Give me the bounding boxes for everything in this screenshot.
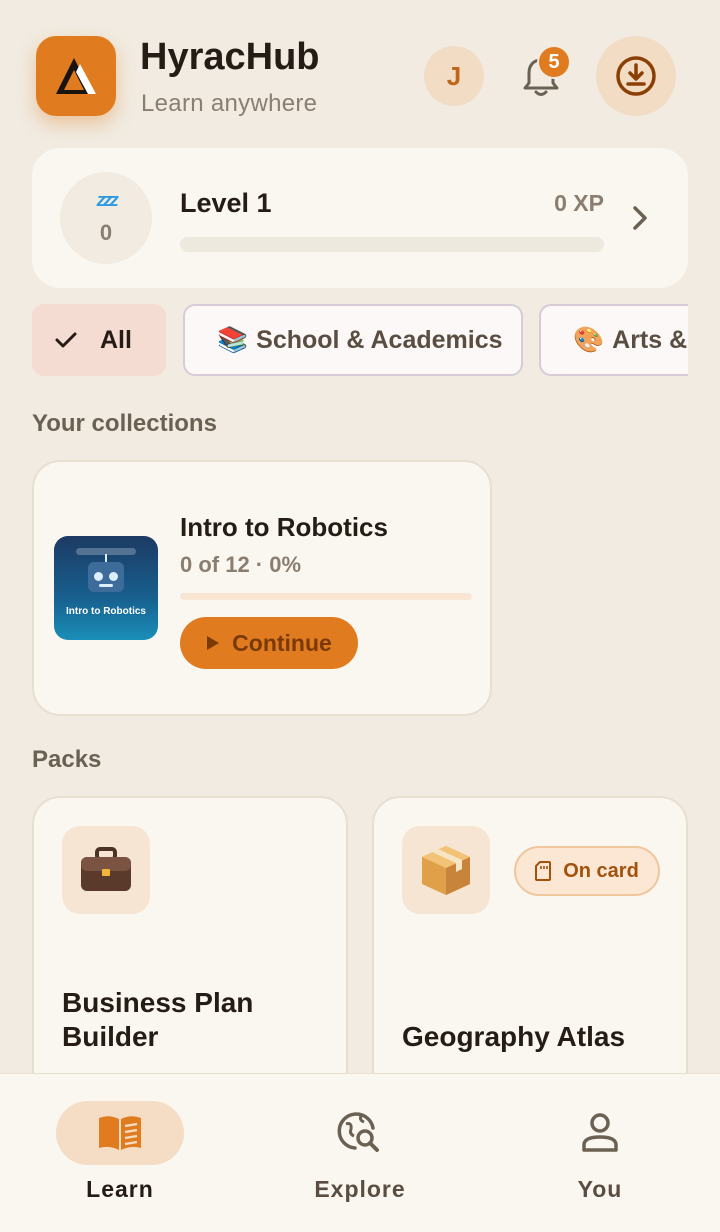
nav-label: You xyxy=(577,1176,623,1202)
nav-learn[interactable]: Learn xyxy=(0,1074,240,1232)
sleep-icon: ᶻᶻᶻ xyxy=(96,188,117,218)
app-logo xyxy=(36,36,116,116)
nav-explore[interactable]: Explore xyxy=(240,1074,480,1232)
xp-value: 0 XP xyxy=(554,190,604,216)
robot-antenna xyxy=(105,554,107,562)
logo-mark-icon xyxy=(56,58,96,94)
briefcase-icon xyxy=(62,826,150,914)
collection-title: Intro to Robotics xyxy=(180,512,388,542)
pack-title: Geography Atlas xyxy=(402,1021,626,1052)
notification-badge: 5 xyxy=(537,45,571,79)
chip-school-academics[interactable]: 📚 School & Academics xyxy=(183,304,523,376)
sd-card-icon xyxy=(535,861,552,881)
chip-label: Arts & xyxy=(612,325,688,354)
check-icon xyxy=(55,332,77,348)
badge-label: On card xyxy=(563,859,639,882)
person-icon xyxy=(582,1113,618,1152)
app-title: HyracHub xyxy=(140,36,320,78)
chip-arts[interactable]: 🎨 Arts & xyxy=(539,304,688,376)
collection-progress-bar xyxy=(180,593,472,600)
download-icon xyxy=(616,56,656,96)
continue-label: Continue xyxy=(232,629,332,656)
nav-you[interactable]: You xyxy=(480,1074,720,1232)
chevron-right-icon xyxy=(633,206,647,230)
book-icon xyxy=(99,1116,141,1150)
section-title-collections: Your collections xyxy=(32,410,217,437)
nav-icon-wrap xyxy=(296,1101,424,1165)
download-button[interactable] xyxy=(596,36,676,116)
robot-icon xyxy=(88,562,124,592)
nav-indicator xyxy=(56,1101,184,1165)
nav-label: Explore xyxy=(314,1176,406,1202)
section-title-packs: Packs xyxy=(32,746,102,773)
continue-button[interactable]: Continue xyxy=(180,617,358,669)
streak-badge: ᶻᶻᶻ 0 xyxy=(60,172,152,264)
chip-label: School & Academics xyxy=(256,325,503,354)
palette-icon: 🎨 xyxy=(573,325,605,354)
nav-icon-wrap xyxy=(536,1101,664,1165)
pack-card-geography-atlas[interactable]: On card Geography Atlas xyxy=(372,796,688,1116)
category-chips: All 📚 School & Academics 🎨 Arts & xyxy=(32,304,688,376)
level-card[interactable]: ᶻᶻᶻ 0 Level 1 0 XP xyxy=(32,148,688,288)
streak-count: 0 xyxy=(99,220,113,245)
collection-progress-text: 0 of 12 · 0% xyxy=(180,552,302,577)
thumbnail-title: Intro to Robotics xyxy=(66,606,146,617)
pack-card-business-plan[interactable]: Business Plan Builder xyxy=(32,796,348,1116)
bottom-navigation: Learn Explore You xyxy=(0,1073,720,1232)
pack-title: Business Plan Builder xyxy=(62,987,254,1052)
globe-search-icon xyxy=(337,1112,379,1152)
app-subtitle: Learn anywhere xyxy=(141,90,318,117)
collection-thumbnail: Intro to Robotics xyxy=(54,536,158,640)
level-title: Level 1 xyxy=(180,188,272,218)
avatar[interactable]: J xyxy=(424,46,484,106)
on-card-badge: On card xyxy=(514,846,660,896)
collection-card[interactable]: Intro to Robotics Intro to Robotics 0 of… xyxy=(32,460,492,716)
package-icon xyxy=(402,826,490,914)
chip-label: All xyxy=(100,325,132,354)
play-icon xyxy=(207,636,220,650)
level-progress-bar xyxy=(180,237,604,252)
books-icon: 📚 xyxy=(217,325,249,354)
nav-label: Learn xyxy=(86,1176,154,1202)
chip-all[interactable]: All xyxy=(32,304,166,376)
